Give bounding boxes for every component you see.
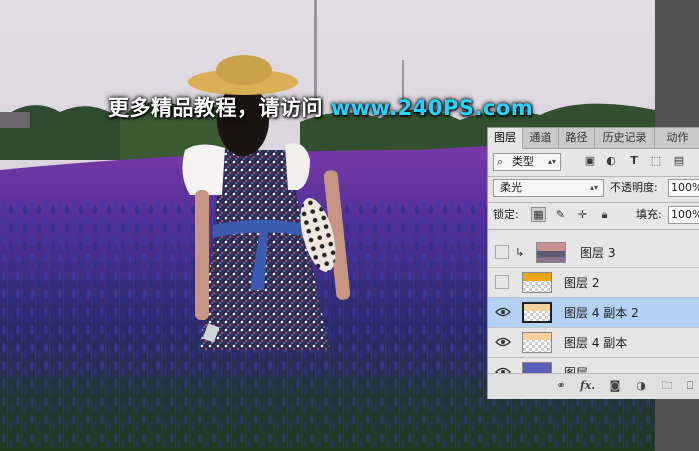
lock-position-icon[interactable]: ✛ [575, 207, 590, 222]
search-icon: ⌕ [497, 155, 504, 168]
layer-row-layer-4-copy-2[interactable]: 图层 4 副本 2 [488, 298, 699, 328]
fill-label: 填充: [636, 208, 662, 221]
add-mask-icon[interactable]: ◙ [608, 379, 622, 393]
type-filter-icon[interactable]: T [627, 154, 641, 168]
divider [488, 202, 699, 203]
layers-list: ↳ 图层 3 图层 2 图层 4 副本 2 图层 4 副本 图层 [488, 238, 699, 373]
layers-bottom-toolbar: ⚭ fx. ◙ ◑ 🗀︎ ⎕ [488, 373, 699, 399]
layers-panel: 图层 通道 路径 历史记录 动作 ⌕ 类型 ▴▾ ▣ ◐ T ⬚ ▤ 柔光 ▴▾… [487, 127, 699, 399]
layer-name: 图层 4 副本 [564, 336, 628, 350]
blend-mode-select[interactable]: 柔光 ▴▾ [493, 179, 604, 197]
new-group-icon[interactable]: 🗀︎ [660, 379, 674, 393]
tab-channels[interactable]: 通道 [523, 128, 559, 148]
lock-image-pixels-icon[interactable]: ✎ [553, 207, 568, 222]
opacity-label: 不透明度: [610, 181, 658, 194]
adjustment-filter-icon[interactable]: ◐ [604, 154, 618, 168]
opacity-input[interactable]: 100% [668, 179, 699, 197]
eye-icon [495, 307, 511, 317]
updown-arrow-icon: ▴▾ [547, 157, 556, 166]
visibility-toggle[interactable] [495, 305, 511, 319]
eye-icon [495, 337, 511, 347]
tab-actions[interactable]: 动作 [655, 128, 699, 148]
link-layers-icon[interactable]: ⚭ [554, 379, 568, 393]
panel-tab-bar: 图层 通道 路径 历史记录 动作 [488, 128, 699, 149]
layer-name: 图层 4 副本 2 [564, 306, 639, 320]
visibility-toggle[interactable] [495, 245, 509, 259]
image-filter-icon[interactable]: ▣ [583, 154, 597, 168]
filter-kind-label: 类型 [512, 155, 534, 168]
lock-transparent-pixels-icon[interactable]: ▦ [531, 207, 546, 222]
layer-thumbnail [522, 362, 552, 373]
adjustment-layer-icon[interactable]: ◑ [634, 379, 648, 393]
smart-object-filter-icon[interactable]: ▤ [672, 154, 686, 168]
layer-thumbnail [522, 332, 552, 353]
watermark-url: www.240PS.com [330, 96, 534, 120]
blend-mode-value: 柔光 [500, 181, 522, 194]
layer-row-layer[interactable]: 图层 [488, 358, 699, 373]
lock-fill-row: 锁定: ▦ ✎ ✛ 🔒︎ 填充: 100% [488, 204, 699, 226]
tab-history[interactable]: 历史记录 [595, 128, 655, 148]
tab-layers[interactable]: 图层 [488, 128, 523, 149]
layer-name: 图层 2 [564, 276, 600, 290]
divider [488, 229, 699, 230]
tab-paths[interactable]: 路径 [559, 128, 595, 148]
updown-arrow-icon: ▴▾ [589, 183, 598, 192]
layer-thumbnail [536, 242, 566, 263]
fx-icon[interactable]: fx. [580, 379, 595, 393]
layer-row-layer-3[interactable]: ↳ 图层 3 [488, 238, 699, 268]
watermark-label: 更多精品教程，请访问 [108, 96, 331, 120]
layer-thumbnail [522, 272, 552, 293]
lock-label: 锁定: [493, 208, 519, 221]
lock-all-icon[interactable]: 🔒︎ [597, 207, 612, 222]
new-layer-icon[interactable]: ⎕ [683, 379, 697, 393]
layer-thumbnail [522, 302, 552, 323]
shape-filter-icon[interactable]: ⬚ [649, 154, 663, 168]
layer-row-layer-2[interactable]: 图层 2 [488, 268, 699, 298]
visibility-toggle[interactable] [495, 335, 511, 349]
fill-input[interactable]: 100% [668, 206, 699, 224]
layer-name: 图层 [564, 366, 589, 373]
layer-row-layer-4-copy[interactable]: 图层 4 副本 [488, 328, 699, 358]
watermark-text: 更多精品教程，请访问 www.240PS.com [108, 92, 533, 122]
filter-kind-select[interactable]: ⌕ 类型 ▴▾ [493, 153, 561, 171]
visibility-toggle[interactable] [495, 365, 511, 373]
blend-opacity-row: 柔光 ▴▾ 不透明度: 100% [488, 177, 699, 199]
visibility-toggle[interactable] [495, 275, 509, 289]
layer-filter-row: ⌕ 类型 ▴▾ ▣ ◐ T ⬚ ▤ [488, 149, 699, 176]
layer-name: 图层 3 [580, 246, 616, 260]
clipping-mask-arrow-icon: ↳ [515, 246, 525, 259]
